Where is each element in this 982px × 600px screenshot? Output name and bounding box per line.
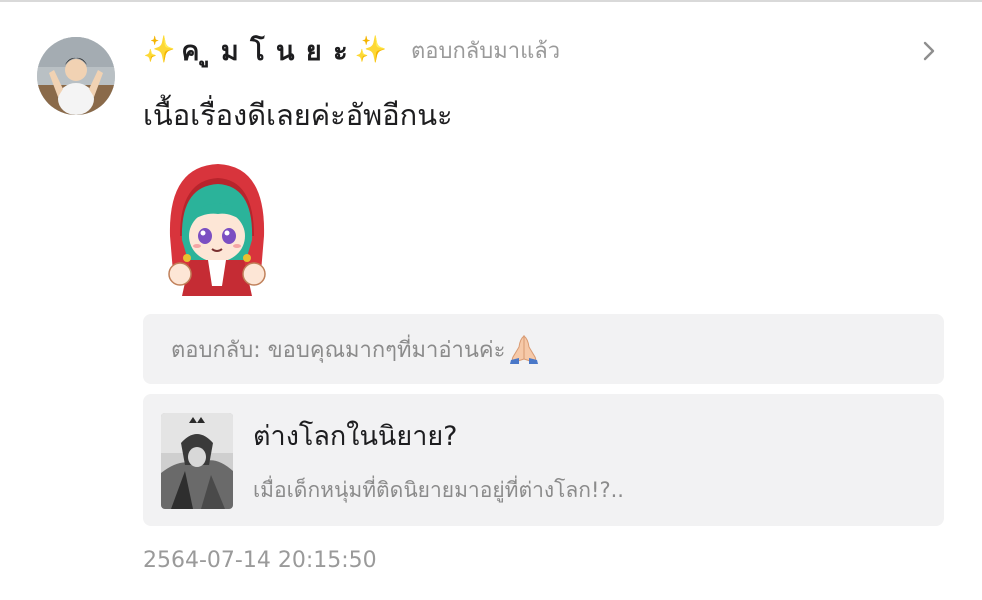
username[interactable]: ค ู ม โ น ย ะ xyxy=(181,29,348,72)
sparkles-icon: ✨ xyxy=(143,35,176,65)
top-divider xyxy=(0,0,982,2)
comment-card: ✨ ค ู ม โ น ย ะ ✨ ตอบกลับมาแล้ว เนื้อเรื… xyxy=(0,0,982,600)
author-reply-text: ตอบกลับ: ขอบคุณมากๆที่มาอ่านค่ะ xyxy=(171,337,506,363)
comment-timestamp: 2564-07-14 20:15:50 xyxy=(143,548,377,573)
user-avatar[interactable] xyxy=(37,37,115,115)
comment-header: ✨ ค ู ม โ น ย ะ ✨ ตอบกลับมาแล้ว xyxy=(143,30,560,70)
author-reply: ตอบกลับ: ขอบคุณมากๆที่มาอ่านค่ะ xyxy=(143,314,944,384)
novel-cover-image[interactable] xyxy=(161,413,233,509)
novel-description: เมื่อเด็กหนุ่มที่ติดนิยายมาอยู่ที่ต่างโล… xyxy=(253,478,624,502)
novel-title[interactable]: ต่างโลกในนิยาย? xyxy=(253,414,458,457)
sparkles-icon: ✨ xyxy=(354,35,387,65)
comment-text: เนื้อเรื่องดีเลยค่ะอัพอีกนะ xyxy=(143,98,453,132)
pray-hands-icon xyxy=(507,333,541,365)
sticker-image xyxy=(160,156,272,301)
chevron-right-icon[interactable] xyxy=(914,36,944,66)
novel-link-card[interactable]: ต่างโลกในนิยาย? เมื่อเด็กหนุ่มที่ติดนิยา… xyxy=(143,394,944,526)
reply-status-label: ตอบกลับมาแล้ว xyxy=(411,38,561,64)
